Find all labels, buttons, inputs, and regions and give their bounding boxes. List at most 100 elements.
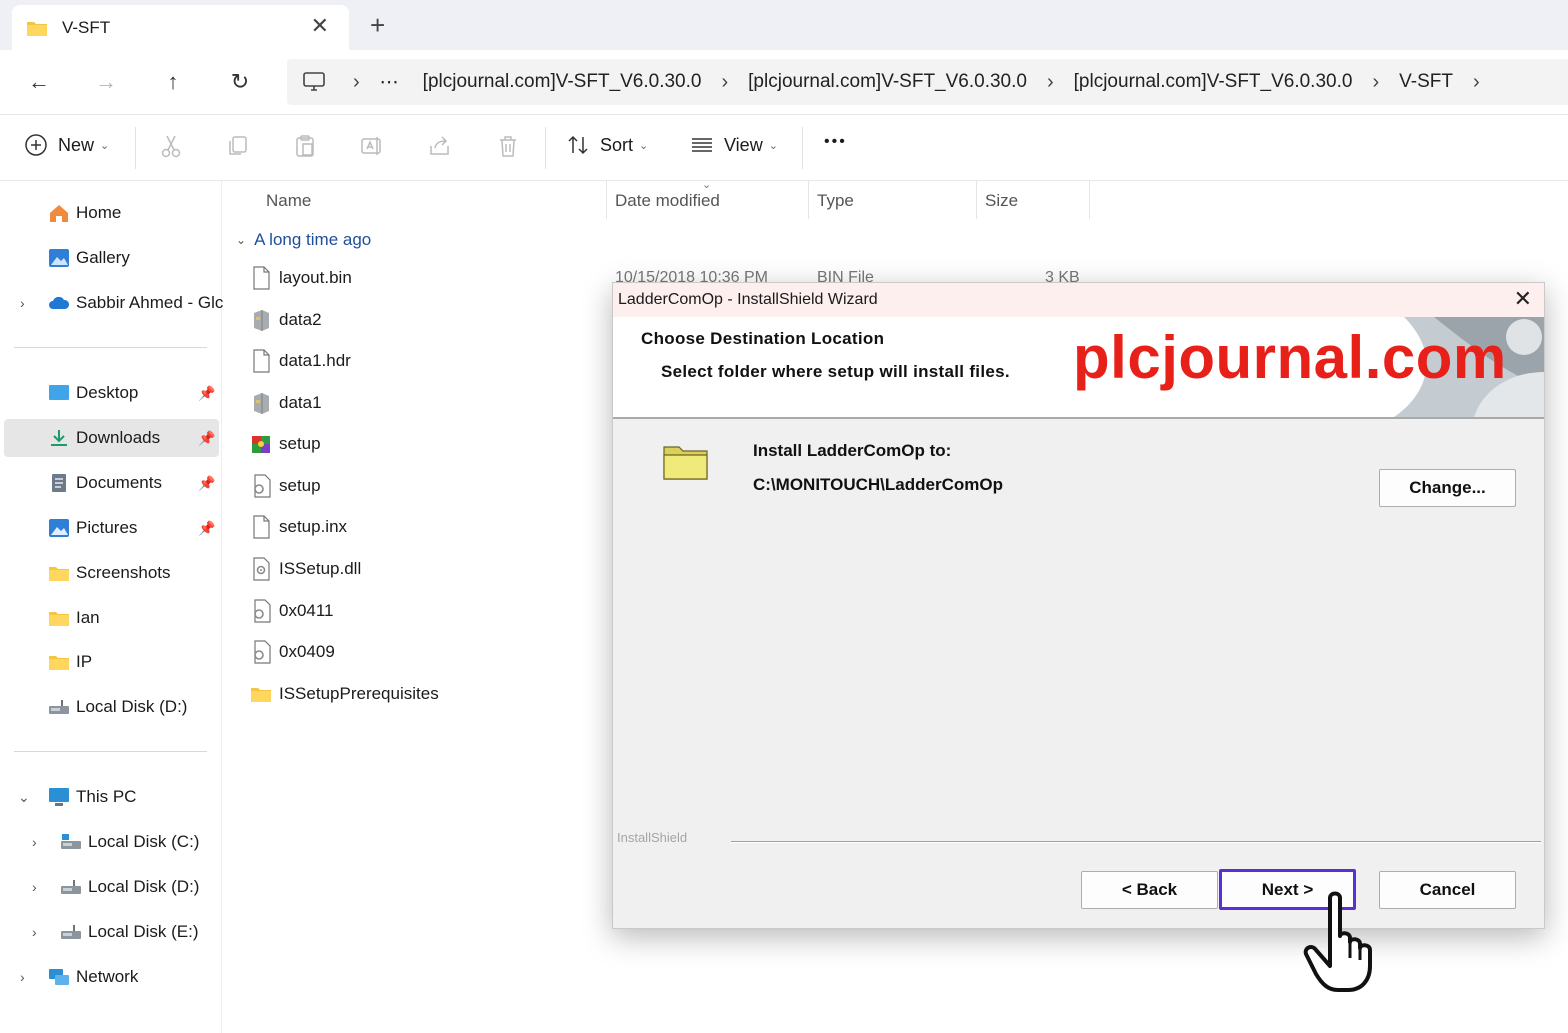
column-header-name[interactable]: Name [266,191,311,211]
address-bar[interactable]: › ⋯ [plcjournal.com]V-SFT_V6.0.30.0 › [p… [287,59,1568,105]
change-button[interactable]: Change... [1379,469,1516,507]
list-item[interactable]: data2 [250,305,322,335]
rename-button[interactable] [359,133,385,159]
sidebar-item-local-disk-d[interactable]: › Local Disk (D:) [0,868,220,906]
list-item[interactable]: setup.inx [250,512,347,542]
sidebar-item-screenshots[interactable]: Screenshots [0,554,220,592]
pin-icon[interactable]: 📌 [198,430,215,447]
back-button[interactable]: < Back [1081,871,1218,909]
dll-icon [253,557,270,581]
new-tab-button[interactable]: + [370,12,385,38]
divider [545,127,546,169]
drive-icon [61,880,81,894]
close-icon[interactable]: ✕ [1514,287,1532,311]
pin-icon[interactable]: 📌 [198,520,215,537]
delete-button[interactable] [495,133,521,159]
file-name: data1.hdr [279,351,351,370]
dialog-title-bar[interactable]: LadderComOp - InstallShield Wizard ✕ [613,283,1544,317]
pin-icon[interactable]: 📌 [198,475,215,492]
paste-icon [296,135,314,157]
list-item[interactable]: 0x0411 [250,596,334,626]
expand-chevron-icon[interactable]: › [20,295,25,311]
new-button[interactable]: New ⌄ [24,133,109,157]
sidebar-item-label: Desktop [76,383,139,402]
expand-chevron-icon[interactable]: › [32,834,37,850]
breadcrumb-item[interactable]: [plcjournal.com]V-SFT_V6.0.30.0 [1074,71,1353,93]
pin-icon[interactable]: 📌 [198,385,215,402]
cancel-button[interactable]: Cancel [1379,871,1516,909]
download-icon [51,430,67,446]
list-item[interactable]: data1 [250,388,322,418]
sidebar-item-this-pc[interactable]: ⌄ This PC [0,778,220,816]
cut-button[interactable] [158,133,184,159]
paste-button[interactable] [292,133,318,159]
breadcrumb-separator-icon[interactable]: › [1473,71,1480,94]
sidebar-item-home[interactable]: Home [0,194,220,232]
column-divider[interactable] [606,181,607,219]
group-header[interactable]: ⌄ A long time ago [236,230,371,250]
refresh-icon[interactable]: ↻ [222,64,258,100]
sidebar-item-desktop[interactable]: Desktop 📌 [0,374,220,412]
list-item[interactable]: 0x0409 [250,637,335,667]
sidebar-item-onedrive[interactable]: › Sabbir Ahmed - Glc [0,284,223,322]
breadcrumb-overflow[interactable]: ⋯ [380,71,399,94]
forward-arrow-icon[interactable]: → [88,64,124,100]
expand-chevron-icon[interactable]: › [32,924,37,940]
column-divider[interactable] [808,181,809,219]
cabinet-icon [254,310,269,331]
share-button[interactable] [427,133,453,159]
file-name: setup [279,434,321,453]
sidebar-item-ip[interactable]: IP [0,643,220,681]
column-divider[interactable] [1089,181,1090,219]
sidebar-item-ian[interactable]: Ian [0,599,220,637]
sidebar-item-gallery[interactable]: Gallery [0,239,220,277]
sidebar-item-label: Local Disk (C:) [88,832,200,851]
column-header-size[interactable]: Size [985,191,1018,211]
collapse-chevron-icon: ⌄ [236,233,247,247]
close-tab-icon[interactable]: ✕ [311,15,329,37]
list-item[interactable]: setup [250,429,321,459]
file-name: ISSetup.dll [279,559,362,578]
drive-icon [61,834,81,849]
chevron-down-icon: ⌄ [639,139,649,152]
sort-button[interactable]: Sort ⌄ [566,133,648,157]
column-header-date[interactable]: Date modified [615,191,720,211]
folder-icon [49,656,69,670]
list-item[interactable]: layout.bin [250,263,352,293]
list-item[interactable]: ISSetupPrerequisites [250,679,439,709]
more-options-icon[interactable]: ••• [824,133,847,151]
breadcrumb-item[interactable]: [plcjournal.com]V-SFT_V6.0.30.0 [748,71,1027,93]
sidebar-item-downloads[interactable]: Downloads 📌 [4,419,219,457]
tab-strip: V-SFT ✕ + [0,0,1568,50]
up-arrow-icon[interactable]: ↑ [155,64,191,100]
collapse-chevron-icon[interactable]: ⌄ [18,789,30,806]
copy-button[interactable] [225,133,251,159]
sort-icon [568,135,588,155]
view-button[interactable]: View ⌄ [690,133,778,157]
breadcrumb-item[interactable]: [plcjournal.com]V-SFT_V6.0.30.0 [423,71,702,93]
list-item[interactable]: ISSetup.dll [250,554,361,584]
expand-chevron-icon[interactable]: › [20,969,25,985]
expand-chevron-icon[interactable]: › [32,879,37,895]
watermark-text: plcjournal.com [1073,324,1507,391]
sidebar-item-pictures[interactable]: Pictures 📌 [0,509,220,547]
list-item[interactable]: data1.hdr [250,346,351,376]
column-header-type[interactable]: Type [817,191,854,211]
installshield-dialog: LadderComOp - InstallShield Wizard ✕ Cho… [612,282,1545,929]
sidebar-item-network[interactable]: › Network [0,958,220,996]
sidebar-item-local-disk-e[interactable]: › Local Disk (E:) [0,913,220,951]
sidebar-item-label: Downloads [76,428,161,447]
divider [731,841,1541,843]
config-file-icon [254,599,271,623]
sidebar-item-documents[interactable]: Documents 📌 [0,464,220,502]
sidebar-item-local-disk-c[interactable]: › Local Disk (C:) [0,823,220,861]
copy-icon [229,136,247,155]
tab-v-sft[interactable]: V-SFT ✕ [12,5,349,50]
folder-icon [27,21,47,36]
back-arrow-icon[interactable]: ← [21,64,57,100]
sidebar-item-local-disk-d-pinned[interactable]: Local Disk (D:) [0,688,220,726]
column-divider[interactable] [976,181,977,219]
divider [135,127,136,169]
list-item[interactable]: setup [250,471,321,501]
breadcrumb-item-current[interactable]: V-SFT [1399,71,1453,93]
